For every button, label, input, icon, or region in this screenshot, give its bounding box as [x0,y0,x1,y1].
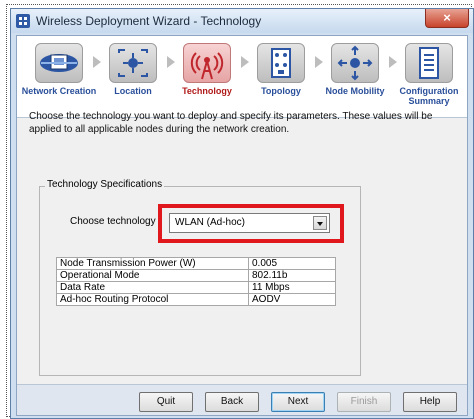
topology-icon [271,48,291,78]
app-icon [16,14,30,28]
parameters-table: Node Transmission Power (W) 0.005 Operat… [56,257,336,306]
wizard-body: Network Creation Location Technology Top… [16,35,468,416]
step-label: Location [114,86,152,96]
param-name: Node Transmission Power (W) [56,257,249,270]
button-bar: Quit Back Next Finish Help [17,384,467,415]
step-label: Topology [261,86,301,96]
node-mobility-icon [337,45,373,81]
chevron-right-icon [315,56,323,68]
param-value[interactable]: 11 Mbps [248,281,336,294]
finish-button: Finish [337,392,391,412]
table-row: Operational Mode 802.11b [56,269,336,282]
param-name: Operational Mode [56,269,249,282]
technology-antenna-icon [190,52,224,80]
intro-text: Choose the technology you want to deploy… [29,111,433,135]
chevron-right-icon [93,56,101,68]
step-configuration-summary[interactable]: Configuration Summary [397,36,461,117]
wizard-window: Wireless Deployment Wizard - Technology … [10,8,474,419]
next-button[interactable]: Next [271,392,325,412]
param-value[interactable]: 802.11b [248,269,336,282]
table-row: Data Rate 11 Mbps [56,281,336,294]
back-button[interactable]: Back [205,392,259,412]
quit-button[interactable]: Quit [139,392,193,412]
title-bar[interactable]: Wireless Deployment Wizard - Technology … [11,9,473,33]
step-label: Node Mobility [325,86,385,96]
window-title: Wireless Deployment Wizard - Technology [36,14,262,28]
param-name: Ad-hoc Routing Protocol [56,293,249,306]
param-name: Data Rate [56,281,249,294]
param-value[interactable]: 0.005 [248,257,336,270]
table-row: Ad-hoc Routing Protocol AODV [56,293,336,306]
step-label: Network Creation [21,86,97,96]
step-topology[interactable]: Topology [249,36,313,117]
step-technology[interactable]: Technology [175,36,239,117]
wizard-steps: Network Creation Location Technology Top… [17,36,467,118]
chevron-right-icon [389,56,397,68]
close-icon: × [443,10,451,25]
configuration-summary-icon [419,47,439,79]
step-location[interactable]: Location [101,36,165,117]
location-icon [118,49,148,77]
table-row: Node Transmission Power (W) 0.005 [56,257,336,270]
choose-technology-label: Choose technology [70,216,156,227]
network-creation-icon [40,54,78,72]
help-button[interactable]: Help [403,392,457,412]
chevron-right-icon [167,56,175,68]
red-highlight-box [158,204,344,243]
step-label: Technology [182,86,232,96]
step-label: Configuration Summary [399,86,459,106]
step-node-mobility[interactable]: Node Mobility [323,36,387,117]
group-legend: Technology Specifications [45,179,165,190]
param-value[interactable]: AODV [248,293,336,306]
chevron-right-icon [241,56,249,68]
close-button[interactable]: × [425,9,469,28]
step-network-creation[interactable]: Network Creation [22,36,96,117]
